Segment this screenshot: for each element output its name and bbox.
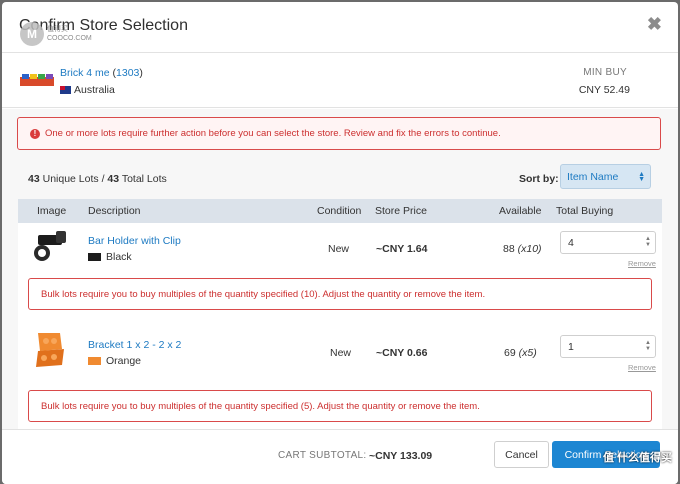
store-name-link[interactable]: Brick 4 me [60, 67, 110, 79]
watermark-top-text: 值得买 [47, 26, 68, 33]
store-feedback-link[interactable]: 1303 [116, 67, 139, 79]
item-condition: New [330, 347, 352, 359]
store-country: Australia [60, 84, 115, 96]
header-description: Description [88, 205, 141, 217]
australia-flag-icon [60, 86, 71, 94]
color-swatch [88, 357, 101, 366]
sort-arrows-icon: ▲ ▼ [638, 171, 645, 183]
lots-summary: 43 Unique Lots / 43 Total Lots [28, 173, 167, 185]
item-name-link[interactable]: Bar Holder with Clip [88, 235, 181, 247]
item-color: Orange [88, 355, 141, 367]
cancel-button[interactable]: Cancel [494, 441, 549, 468]
watermark-bottom-text: 值 什么值得买 [602, 452, 672, 464]
sort-label: Sort by: [519, 173, 559, 185]
error-alert: ! One or more lots require further actio… [17, 117, 661, 150]
store-brick-image [20, 74, 54, 86]
quantity-input[interactable]: 4 ▲ ▼ [560, 231, 656, 254]
watermark-logo: M 值得买 COOCO.COM [20, 22, 92, 46]
watermark-badge: M [20, 22, 44, 46]
error-alert-text: One or more lots require further action … [45, 128, 501, 139]
table-row: Bracket 1 x 2 - 2 x 2 Orange New ~CNY 0.… [18, 327, 662, 429]
error-icon: ! [30, 128, 40, 139]
header-total-buying: Total Buying [556, 205, 614, 217]
confirm-store-modal: Confirm Store Selection ✖ M 值得买 COOCO.CO… [2, 2, 678, 484]
row-error-alert: Bulk lots require you to buy multiples o… [28, 390, 652, 422]
header-condition: Condition [317, 205, 362, 217]
cart-subtotal-label: CART SUBTOTAL: [278, 450, 367, 461]
item-price: ~CNY 1.64 [376, 243, 428, 255]
min-buy-label: MIN BUY [583, 67, 627, 78]
item-price: ~CNY 0.66 [376, 347, 428, 359]
color-swatch [88, 253, 101, 262]
store-info: Brick 4 me (1303) Australia MIN BUY CNY … [2, 53, 678, 108]
item-available: 69 (x5) [504, 347, 537, 359]
remove-link[interactable]: Remove [628, 363, 656, 372]
part-image-bar-holder [34, 231, 66, 261]
store-country-label: Australia [74, 84, 115, 96]
quantity-input[interactable]: 1 ▲ ▼ [560, 335, 656, 358]
part-image-bracket [36, 333, 64, 367]
cart-subtotal-value: ~CNY 133.09 [369, 450, 433, 462]
item-name-link[interactable]: Bracket 1 x 2 - 2 x 2 [88, 339, 181, 351]
watermark-sub-text: COOCO.COM [47, 35, 92, 42]
item-condition: New [328, 243, 350, 255]
item-available: 88 (x10) [503, 243, 542, 255]
min-buy-value: CNY 52.49 [578, 84, 630, 96]
remove-link[interactable]: Remove [628, 259, 656, 268]
modal-header: Confirm Store Selection ✖ M 值得买 COOCO.CO… [2, 2, 678, 53]
store-name-line: Brick 4 me (1303) [60, 67, 143, 79]
sort-select[interactable]: Item Name ▲ ▼ [560, 164, 651, 189]
header-image: Image [37, 205, 67, 217]
header-available: Available [499, 205, 542, 217]
table-header: Image Description Condition Store Price … [18, 199, 662, 223]
table-row: Bar Holder with Clip Black New ~CNY 1.64… [18, 223, 662, 333]
header-store-price: Store Price [375, 205, 427, 217]
row-error-alert: Bulk lots require you to buy multiples o… [28, 278, 652, 310]
stepper-icon[interactable]: ▲ ▼ [645, 340, 651, 352]
store-lots-section: ! One or more lots require further actio… [2, 109, 678, 429]
stepper-icon[interactable]: ▲ ▼ [645, 236, 651, 248]
close-icon[interactable]: ✖ [647, 14, 662, 35]
item-color: Black [88, 251, 132, 263]
sort-selected-value: Item Name [567, 171, 619, 183]
modal-footer: CART SUBTOTAL: ~CNY 133.09 Cancel Confir… [2, 429, 678, 484]
